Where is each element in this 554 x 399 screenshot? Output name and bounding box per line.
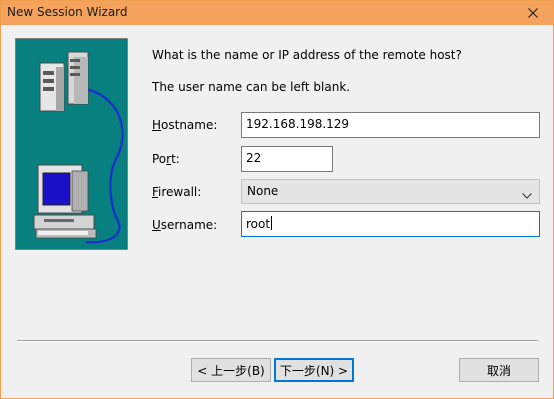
username-label-rest: sername: (160, 218, 218, 232)
window-title: New Session Wizard (7, 5, 128, 19)
username-input[interactable]: root (241, 211, 540, 237)
username-value: root (246, 217, 271, 231)
wizard-illustration (15, 38, 128, 250)
hostname-input[interactable]: 192.168.198.129 (241, 112, 540, 138)
cancel-button[interactable]: 取消 (459, 358, 539, 382)
server-icon (39, 51, 89, 112)
title-bar[interactable]: New Session Wizard (1, 1, 553, 25)
hostname-label-accel: H (152, 118, 162, 132)
chevron-down-icon (522, 188, 532, 202)
button-separator (17, 340, 538, 342)
computer-icon (33, 164, 97, 239)
port-input[interactable]: 22 (241, 146, 333, 172)
hostname-label: Hostname: (152, 118, 217, 132)
hostname-value: 192.168.198.129 (246, 117, 350, 131)
port-label-rest: t: (171, 152, 180, 166)
wizard-body: What is the name or IP address of the re… (1, 25, 553, 398)
port-label-pre: Po (152, 152, 167, 166)
port-value: 22 (246, 151, 262, 165)
close-button[interactable] (513, 1, 553, 25)
prompt-question: What is the name or IP address of the re… (152, 48, 462, 62)
text-cursor (271, 216, 273, 230)
username-label: Username: (152, 218, 217, 232)
username-label-accel: U (152, 218, 161, 232)
next-button[interactable]: 下一步(N) > (274, 358, 354, 382)
firewall-value: None (247, 184, 279, 198)
new-session-wizard-window: New Session Wizard What is the name or I… (0, 0, 554, 399)
back-button[interactable]: < 上一步(B) (191, 358, 271, 382)
close-icon (528, 8, 538, 18)
prompt-hint: The user name can be left blank. (152, 80, 351, 94)
firewall-label-rest: irewall: (158, 185, 202, 199)
hostname-label-rest: ostname: (161, 118, 218, 132)
port-label: Port: (152, 152, 180, 166)
firewall-select[interactable]: None (241, 179, 540, 204)
firewall-label: Firewall: (152, 185, 201, 199)
